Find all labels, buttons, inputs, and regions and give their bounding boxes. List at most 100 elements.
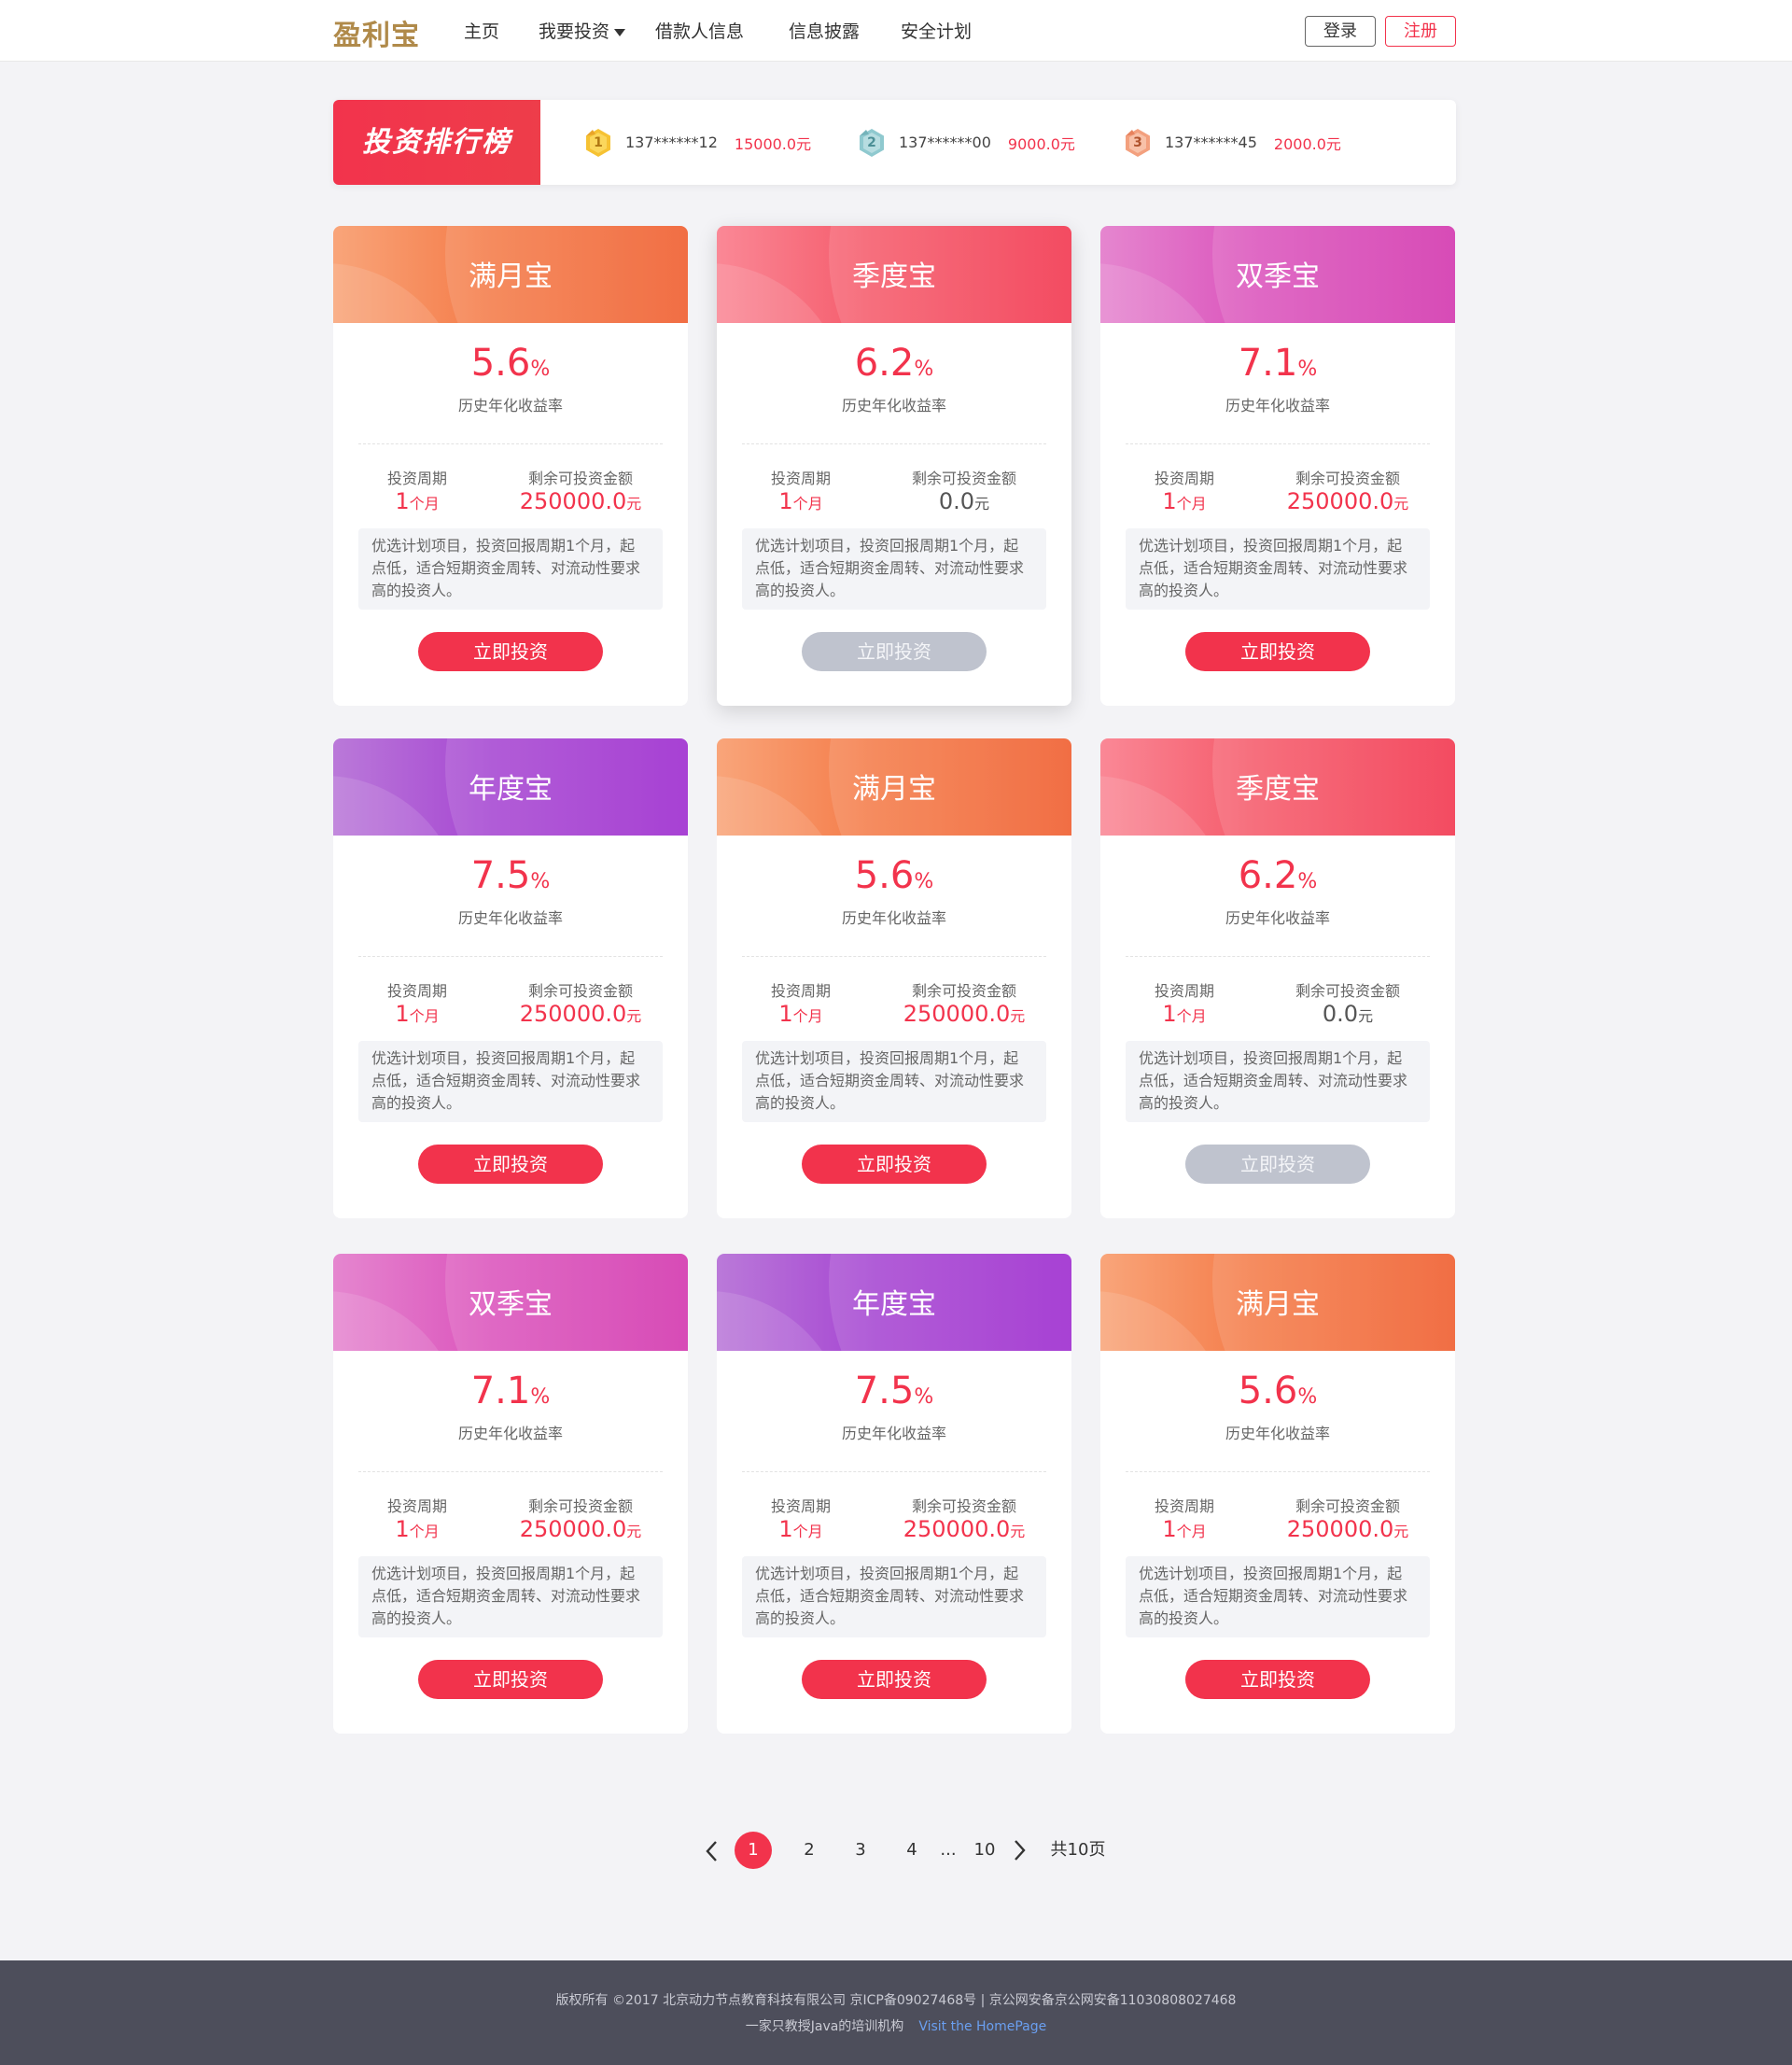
product-description: 优选计划项目，投资回报周期1个月，起点低，适合短期资金周转、对流动性要求高的投资… [1126, 1041, 1430, 1122]
nav-item-borrower-info[interactable]: 借款人信息 [655, 0, 789, 62]
month-unit: 个月 [792, 495, 823, 513]
invest-now-button[interactable]: 立即投资 [418, 1145, 603, 1184]
product-description: 优选计划项目，投资回报周期1个月，起点低，适合短期资金周转、对流动性要求高的投资… [1126, 528, 1430, 610]
page-button-10[interactable]: 10 [971, 1832, 999, 1869]
remaining-amount-number: 250000.0 [1286, 1516, 1394, 1542]
percent-unit: % [914, 870, 934, 893]
product-card-header: 季度宝 [1100, 738, 1455, 836]
chevron-left-icon[interactable] [700, 1832, 722, 1869]
footer-tagline: 一家只教授Java的培训机构 [745, 2019, 904, 2034]
invest-now-button[interactable]: 立即投资 [1185, 632, 1370, 671]
annual-rate-value: 6.2 [1238, 854, 1298, 897]
invest-now-button[interactable]: 立即投资 [418, 632, 603, 671]
remaining-amount-label: 剩余可投资金额 [911, 1497, 1016, 1515]
header-wave-decoration [1100, 263, 1231, 323]
medal-rank: 1 [594, 134, 603, 150]
nav-item-security-plan[interactable]: 安全计划 [901, 0, 1003, 62]
dashed-divider [1126, 1471, 1430, 1472]
period-value: 1个月 [1128, 1001, 1240, 1027]
register-button[interactable]: 注册 [1385, 16, 1456, 47]
yuan-unit: 元 [1393, 1523, 1409, 1540]
product-description: 优选计划项目，投资回报周期1个月，起点低，适合短期资金周转、对流动性要求高的投资… [742, 1041, 1046, 1122]
remaining-amount-number: 250000.0 [903, 1516, 1011, 1542]
product-card: 满月宝 5.6% 历史年化收益率 投资周期 剩余可投资金额 1个月 250000… [717, 738, 1071, 1218]
annual-rate-value: 7.1 [470, 1370, 531, 1412]
chevron-right-icon[interactable] [1011, 1832, 1029, 1869]
product-name: 年度宝 [852, 1288, 936, 1321]
ranking-entry-2: 2 137******00 9000.0元 [856, 100, 1075, 185]
remaining-amount-number: 250000.0 [903, 1001, 1011, 1027]
annual-rate-label: 历史年化收益率 [457, 909, 563, 927]
nav-item-disclosure[interactable]: 信息披露 [789, 0, 901, 62]
remaining-amount-value: 250000.0元 [492, 1516, 669, 1542]
annual-rate: 5.6% [333, 342, 688, 391]
product-description: 优选计划项目，投资回报周期1个月，起点低，适合短期资金周转、对流动性要求高的投资… [742, 1556, 1046, 1637]
remaining-amount-number: 0.0 [938, 488, 975, 514]
product-name: 满月宝 [1236, 1288, 1320, 1321]
annual-rate-label: 历史年化收益率 [841, 1425, 946, 1442]
invest-now-button[interactable]: 立即投资 [1185, 1145, 1370, 1184]
remaining-amount-number: 250000.0 [519, 1516, 627, 1542]
page-ellipsis: ... [940, 1840, 957, 1860]
product-description: 优选计划项目，投资回报周期1个月，起点低，适合短期资金周转、对流动性要求高的投资… [358, 528, 663, 610]
ranking-entry-3: 3 137******45 2000.0元 [1122, 100, 1341, 185]
invest-now-button[interactable]: 立即投资 [802, 1145, 987, 1184]
invest-now-button[interactable]: 立即投资 [1185, 1660, 1370, 1699]
nav-item-home[interactable]: 主页 [464, 0, 539, 62]
period-label: 投资周期 [386, 1497, 447, 1515]
month-unit: 个月 [792, 1523, 823, 1540]
nav-item-label: 借款人信息 [655, 21, 745, 42]
nav-item-label: 我要投资 [539, 21, 610, 42]
nav-item-label: 安全计划 [901, 21, 973, 42]
product-name: 满月宝 [852, 773, 936, 806]
site-logo[interactable]: 盈利宝 [333, 12, 420, 53]
login-button[interactable]: 登录 [1305, 16, 1376, 47]
product-card-header: 双季宝 [1100, 226, 1455, 323]
product-card: 满月宝 5.6% 历史年化收益率 投资周期 剩余可投资金额 1个月 250000… [1100, 1254, 1455, 1734]
product-description: 优选计划项目，投资回报周期1个月，起点低，适合短期资金周转、对流动性要求高的投资… [742, 528, 1046, 610]
product-card: 满月宝 5.6% 历史年化收益率 投资周期 剩余可投资金额 1个月 250000… [333, 226, 688, 706]
period-label: 投资周期 [386, 470, 447, 487]
annual-rate-value: 6.2 [854, 342, 915, 385]
month-unit: 个月 [792, 1007, 823, 1025]
medal-rank: 3 [1133, 134, 1142, 150]
annual-rate-value: 7.1 [1238, 342, 1298, 385]
period-value: 1个月 [361, 1516, 473, 1542]
header-wave-decoration [333, 776, 464, 836]
ranking-user: 137******00 [899, 133, 991, 151]
yuan-unit: 元 [1010, 1523, 1026, 1540]
remaining-amount-value: 0.0元 [1259, 1001, 1436, 1027]
page-button-1[interactable]: 1 [735, 1832, 772, 1869]
homepage-link[interactable]: Visit the HomePage [918, 2019, 1046, 2034]
remaining-amount-label: 剩余可投资金额 [1295, 470, 1400, 487]
nav-item-invest[interactable]: 我要投资 [539, 0, 655, 62]
invest-now-button[interactable]: 立即投资 [418, 1660, 603, 1699]
dashed-divider [742, 443, 1046, 444]
invest-now-button[interactable]: 立即投资 [802, 632, 987, 671]
remaining-amount-label: 剩余可投资金额 [527, 470, 633, 487]
header-wave-decoration [333, 1291, 464, 1351]
product-card: 季度宝 6.2% 历史年化收益率 投资周期 剩余可投资金额 1个月 0.0元 优… [1100, 738, 1455, 1218]
period-label: 投资周期 [770, 982, 831, 1000]
remaining-amount-label: 剩余可投资金额 [911, 982, 1016, 1000]
invest-now-button[interactable]: 立即投资 [802, 1660, 987, 1699]
period-label: 投资周期 [1154, 470, 1214, 487]
product-card: 双季宝 7.1% 历史年化收益率 投资周期 剩余可投资金额 1个月 250000… [333, 1254, 688, 1734]
annual-rate-label: 历史年化收益率 [1225, 397, 1330, 414]
annual-rate: 7.1% [333, 1370, 688, 1419]
footer-copyright: 版权所有 ©2017 北京动力节点教育科技有限公司 京ICP备09027468号… [555, 1993, 1237, 2008]
percent-unit: % [530, 358, 551, 381]
annual-rate: 7.5% [717, 1370, 1071, 1419]
month-unit: 个月 [1176, 495, 1207, 513]
nav-item-label: 主页 [464, 21, 500, 42]
product-name: 满月宝 [469, 260, 553, 293]
percent-unit: % [530, 1385, 551, 1409]
month-unit: 个月 [1176, 1523, 1207, 1540]
caret-down-icon [614, 28, 626, 36]
page-button-3[interactable]: 3 [851, 1832, 870, 1869]
month-unit: 个月 [409, 1523, 440, 1540]
page-button-4[interactable]: 4 [903, 1832, 921, 1869]
page-button-2[interactable]: 2 [800, 1832, 819, 1869]
product-name: 双季宝 [1236, 260, 1320, 293]
product-description: 优选计划项目，投资回报周期1个月，起点低，适合短期资金周转、对流动性要求高的投资… [1126, 1556, 1430, 1637]
